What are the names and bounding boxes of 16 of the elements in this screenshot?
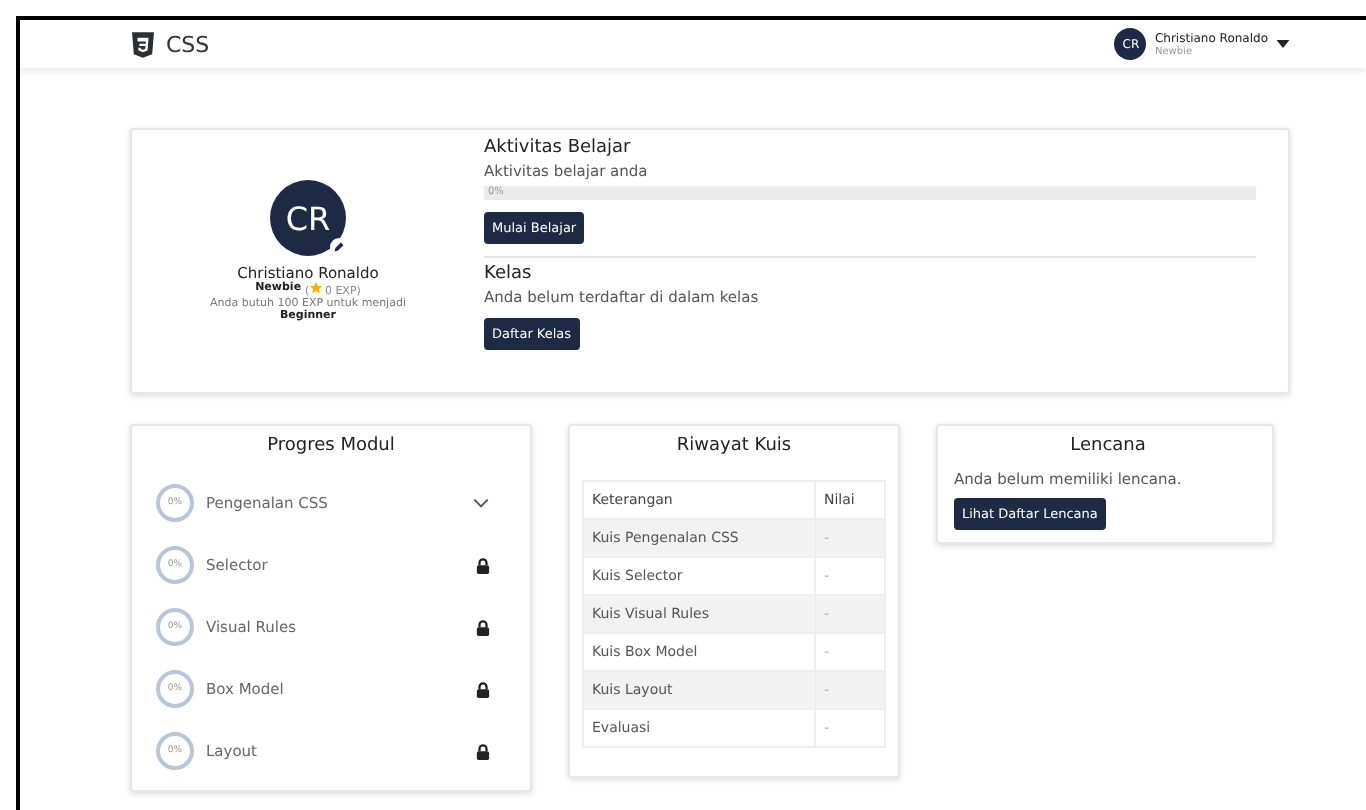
- caret-icon[interactable]: [1276, 40, 1290, 48]
- lock-icon: [476, 743, 490, 759]
- lock-icon: [476, 619, 490, 635]
- pencil-icon[interactable]: [330, 238, 348, 256]
- card-title: Progres Modul: [265, 436, 397, 456]
- lock-icon: [476, 557, 490, 573]
- lock-icon: [476, 681, 490, 697]
- brand-name[interactable]: CSS: [166, 31, 210, 57]
- section-title: Aktivitas Belajar: [484, 138, 631, 158]
- card-title: Lencana: [1068, 436, 1148, 456]
- profile-avatar: CR: [270, 180, 346, 256]
- chevron-down-icon[interactable]: [472, 498, 490, 508]
- css-logo-icon: [132, 31, 154, 57]
- card-title: Riwayat Kuis: [674, 436, 794, 456]
- section-title: Kelas: [484, 264, 532, 284]
- star-icon: [309, 282, 322, 294]
